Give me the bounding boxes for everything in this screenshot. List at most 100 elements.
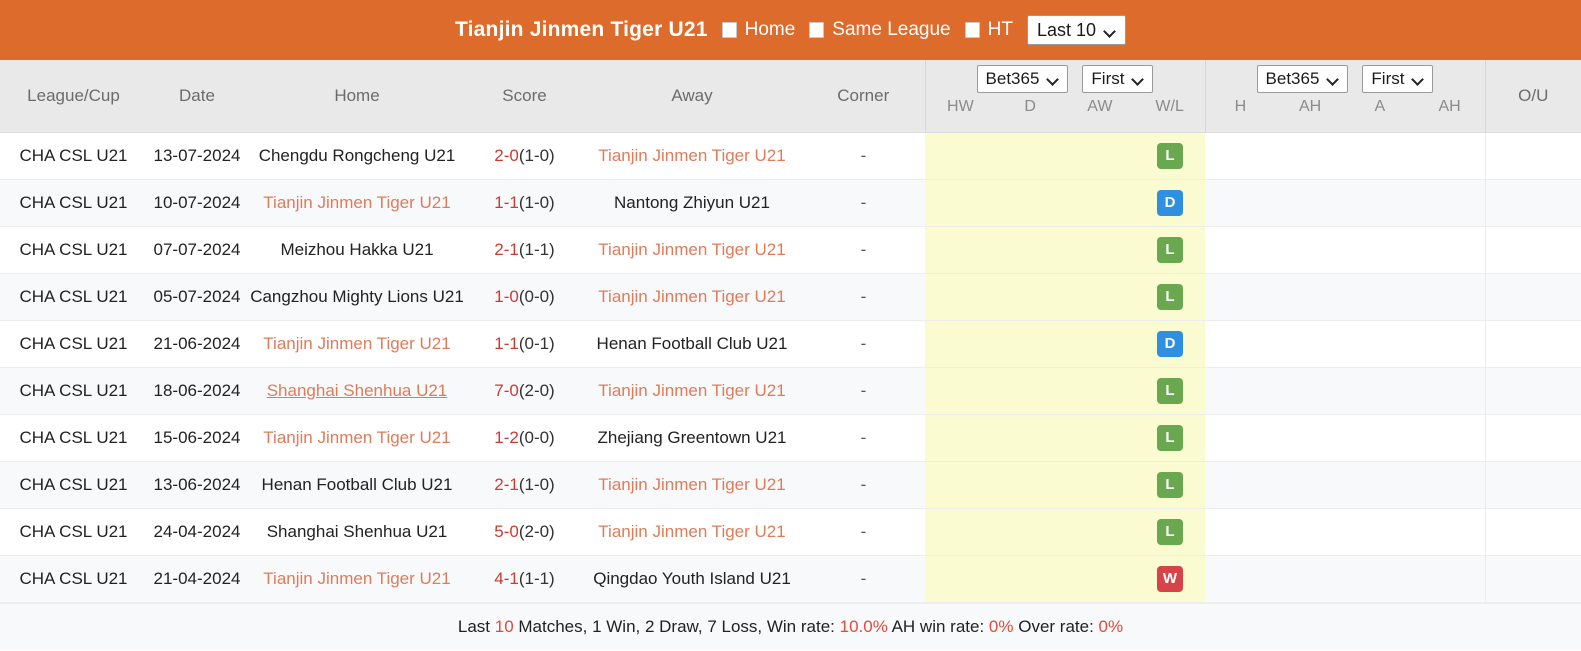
subcol-ah-2[interactable]: AH	[1415, 98, 1485, 116]
summary-ah-rate: 0%	[988, 617, 1014, 636]
away-team-link[interactable]: Tianjin Jinmen Tiger U21	[598, 475, 785, 494]
cell-away[interactable]: Tianjin Jinmen Tiger U21	[582, 461, 802, 509]
away-team-link[interactable]: Qingdao Youth Island U21	[593, 569, 791, 588]
col-header-away[interactable]: Away	[582, 60, 802, 133]
col-header-league[interactable]: League/Cup	[0, 60, 147, 133]
away-team-link[interactable]: Tianjin Jinmen Tiger U21	[598, 287, 785, 306]
cell-league: CHA CSL U21	[0, 508, 147, 556]
subcol-ah-1[interactable]: AH	[1275, 98, 1345, 116]
filter-ht[interactable]: HT	[964, 19, 1013, 41]
away-team-link[interactable]: Zhejiang Greentown U21	[597, 428, 786, 447]
cell-home[interactable]: Tianjin Jinmen Tiger U21	[247, 179, 467, 227]
col-header-score[interactable]: Score	[467, 60, 582, 133]
subcol-aw[interactable]: AW	[1065, 98, 1135, 116]
bookmaker-select-2-value: Bet365	[1265, 69, 1320, 89]
cell-score: 4-1(1-1)	[467, 555, 582, 603]
cell-date: 18-06-2024	[147, 367, 247, 415]
cell-away[interactable]: Tianjin Jinmen Tiger U21	[582, 508, 802, 556]
cell-d	[995, 508, 1065, 556]
cell-home[interactable]: Meizhou Hakka U21	[247, 226, 467, 274]
cell-home[interactable]: Shanghai Shenhua U21	[247, 508, 467, 556]
col-header-date[interactable]: Date	[147, 60, 247, 133]
away-team-link[interactable]: Tianjin Jinmen Tiger U21	[598, 240, 785, 259]
home-team-link[interactable]: Cangzhou Mighty Lions U21	[250, 287, 464, 306]
table-row[interactable]: CHA CSL U21 21-04-2024 Tianjin Jinmen Tige…	[0, 555, 1581, 603]
cell-h	[1205, 555, 1275, 603]
cell-home[interactable]: Chengdu Rongcheng U21	[247, 132, 467, 180]
home-team-link[interactable]: Shanghai Shenhua U21	[267, 522, 448, 541]
table-row[interactable]: CHA CSL U21 15-06-2024 Tianjin Jinmen Tige…	[0, 414, 1581, 462]
period-select-2[interactable]: First	[1362, 65, 1434, 93]
filter-same-league[interactable]: Same League	[809, 19, 951, 41]
home-team-link[interactable]: Meizhou Hakka U21	[280, 240, 433, 259]
cell-away[interactable]: Tianjin Jinmen Tiger U21	[582, 367, 802, 415]
away-team-link[interactable]: Henan Football Club U21	[597, 334, 788, 353]
checkbox-ht-icon[interactable]	[964, 22, 980, 38]
cell-ah-1	[1275, 320, 1345, 368]
cell-home[interactable]: Tianjin Jinmen Tiger U21	[247, 320, 467, 368]
cell-home[interactable]: Tianjin Jinmen Tiger U21	[247, 555, 467, 603]
table-row[interactable]: CHA CSL U21 05-07-2024 Cangzhou Mighty Lio…	[0, 273, 1581, 321]
bookmaker-select-2[interactable]: Bet365	[1256, 65, 1349, 93]
subcol-a[interactable]: A	[1345, 98, 1415, 116]
cell-corner: -	[802, 132, 925, 180]
home-team-link[interactable]: Tianjin Jinmen Tiger U21	[263, 428, 450, 447]
cell-aw	[1065, 226, 1135, 274]
cell-away[interactable]: Tianjin Jinmen Tiger U21	[582, 273, 802, 321]
cell-aw	[1065, 367, 1135, 415]
score-fulltime: 2-1	[494, 475, 519, 494]
checkbox-home-icon[interactable]	[721, 22, 737, 38]
cell-home[interactable]: Shanghai Shenhua U21	[247, 367, 467, 415]
home-team-link[interactable]: Tianjin Jinmen Tiger U21	[263, 193, 450, 212]
cell-ah-1	[1275, 555, 1345, 603]
filter-home[interactable]: Home	[721, 19, 795, 41]
subcol-h[interactable]: H	[1206, 98, 1276, 116]
cell-away[interactable]: Tianjin Jinmen Tiger U21	[582, 226, 802, 274]
range-select[interactable]: Last 10	[1026, 14, 1126, 46]
home-team-link[interactable]: Shanghai Shenhua U21	[267, 381, 448, 400]
table-row[interactable]: CHA CSL U21 24-04-2024 Shanghai Shenhua U2…	[0, 508, 1581, 556]
away-team-link[interactable]: Tianjin Jinmen Tiger U21	[598, 381, 785, 400]
cell-corner: -	[802, 414, 925, 462]
cell-corner: -	[802, 461, 925, 509]
corner-value: -	[860, 146, 867, 165]
col-header-corner[interactable]: Corner	[802, 60, 925, 133]
checkbox-same-league-icon[interactable]	[809, 22, 825, 38]
table-row[interactable]: CHA CSL U21 07-07-2024 Meizhou Hakka U21 2-…	[0, 226, 1581, 274]
home-team-link[interactable]: Chengdu Rongcheng U21	[259, 146, 456, 165]
bookmaker-select-1[interactable]: Bet365	[976, 65, 1069, 93]
away-team-link[interactable]: Tianjin Jinmen Tiger U21	[598, 522, 785, 541]
cell-result: L	[1135, 273, 1205, 321]
away-team-link[interactable]: Nantong Zhiyun U21	[614, 193, 770, 212]
away-team-link[interactable]: Tianjin Jinmen Tiger U21	[598, 146, 785, 165]
cell-ou	[1484, 320, 1581, 368]
cell-away[interactable]: Qingdao Youth Island U21	[582, 555, 802, 603]
table-row[interactable]: CHA CSL U21 13-06-2024 Henan Football Club…	[0, 461, 1581, 509]
subcol-wl[interactable]: W/L	[1135, 98, 1205, 116]
cell-ah-2	[1415, 179, 1485, 227]
cell-home[interactable]: Tianjin Jinmen Tiger U21	[247, 414, 467, 462]
cell-h	[1205, 508, 1275, 556]
table-row[interactable]: CHA CSL U21 21-06-2024 Tianjin Jinmen Tige…	[0, 320, 1581, 368]
table-row[interactable]: CHA CSL U21 13-07-2024 Chengdu Rongcheng U…	[0, 132, 1581, 180]
cell-away[interactable]: Nantong Zhiyun U21	[582, 179, 802, 227]
subcol-d[interactable]: D	[995, 98, 1065, 116]
home-team-link[interactable]: Tianjin Jinmen Tiger U21	[263, 569, 450, 588]
cell-home[interactable]: Cangzhou Mighty Lions U21	[247, 273, 467, 321]
cell-away[interactable]: Henan Football Club U21	[582, 320, 802, 368]
col-header-ou[interactable]: O/U	[1484, 60, 1581, 133]
table-row[interactable]: CHA CSL U21 18-06-2024 Shanghai Shenhua U2…	[0, 367, 1581, 415]
cell-hw	[925, 414, 995, 462]
cell-away[interactable]: Zhejiang Greentown U21	[582, 414, 802, 462]
home-team-link[interactable]: Tianjin Jinmen Tiger U21	[263, 334, 450, 353]
table-row[interactable]: CHA CSL U21 10-07-2024 Tianjin Jinmen Tige…	[0, 179, 1581, 227]
subcol-hw[interactable]: HW	[926, 98, 996, 116]
cell-hw	[925, 320, 995, 368]
corner-value: -	[860, 475, 867, 494]
cell-away[interactable]: Tianjin Jinmen Tiger U21	[582, 132, 802, 180]
col-header-home[interactable]: Home	[247, 60, 467, 133]
period-select-1[interactable]: First	[1082, 65, 1154, 93]
home-team-link[interactable]: Henan Football Club U21	[262, 475, 453, 494]
cell-home[interactable]: Henan Football Club U21	[247, 461, 467, 509]
cell-score: 1-1(1-0)	[467, 179, 582, 227]
